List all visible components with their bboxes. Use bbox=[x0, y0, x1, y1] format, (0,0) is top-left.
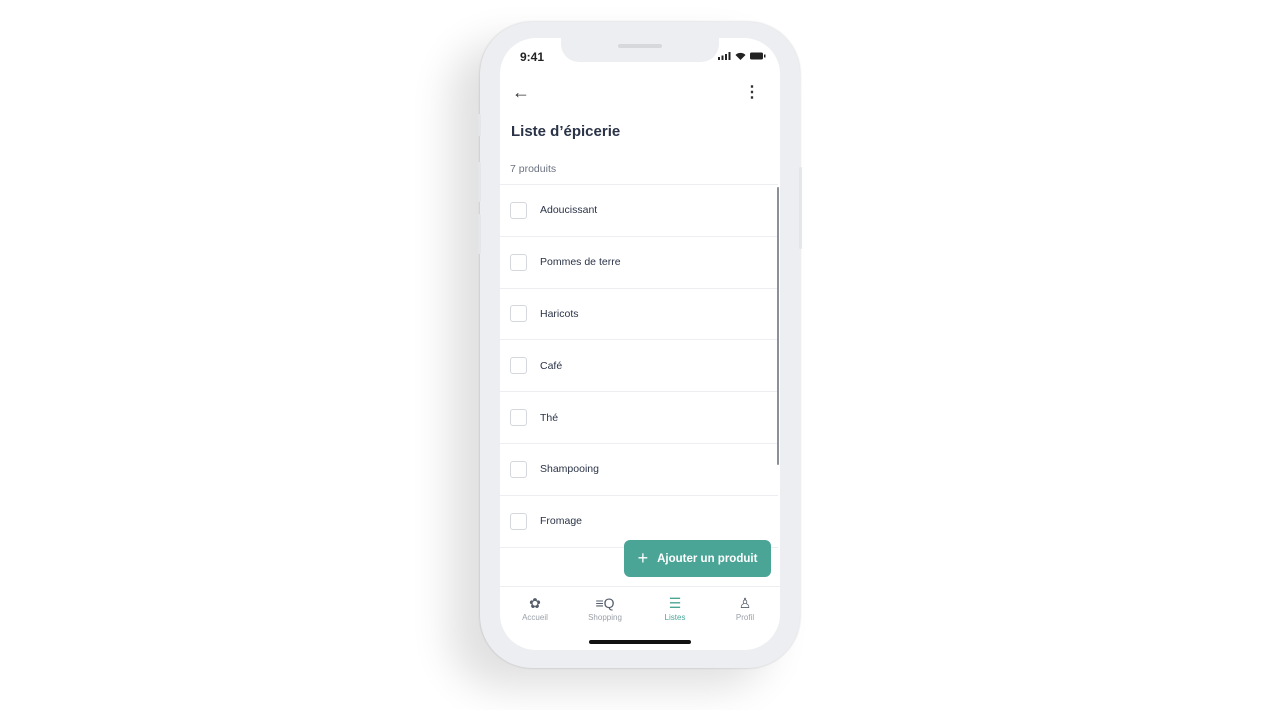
mute-switch bbox=[478, 114, 481, 136]
screen: 9:41 ← ⋮ Liste d’épicerie 7 produits Ado… bbox=[500, 38, 780, 650]
list-item[interactable]: Café bbox=[500, 340, 778, 393]
tab-label: Accueil bbox=[522, 613, 548, 622]
notch bbox=[561, 38, 719, 62]
item-label: Thé bbox=[540, 411, 559, 424]
status-icons bbox=[718, 52, 766, 60]
item-label: Haricots bbox=[540, 307, 579, 320]
user-icon: ♙ bbox=[738, 595, 752, 611]
list-item[interactable]: Haricots bbox=[500, 289, 778, 341]
power-button bbox=[799, 167, 802, 249]
phone-frame: 9:41 ← ⋮ Liste d’épicerie 7 produits Ado… bbox=[478, 22, 802, 668]
volume-down-button bbox=[478, 214, 481, 254]
list-item[interactable]: Adoucissant bbox=[500, 185, 778, 237]
item-label: Café bbox=[540, 359, 563, 372]
tab-label: Listes bbox=[664, 613, 686, 622]
back-arrow-icon[interactable]: ← bbox=[512, 82, 530, 103]
list-item[interactable]: Thé bbox=[500, 392, 778, 444]
item-label: Fromage bbox=[540, 515, 583, 528]
checkbox[interactable] bbox=[510, 201, 527, 219]
signal-icon bbox=[718, 52, 731, 60]
battery-icon bbox=[750, 52, 766, 60]
add-product-button[interactable]: + Ajouter un produit bbox=[624, 540, 771, 577]
item-label: Shampooing bbox=[540, 463, 599, 476]
add-product-label: Ajouter un produit bbox=[657, 552, 758, 565]
item-label: Adoucissant bbox=[540, 204, 598, 217]
wifi-icon bbox=[735, 52, 746, 60]
page-title: Liste d’épicerie bbox=[511, 123, 621, 140]
checkbox[interactable] bbox=[510, 253, 527, 271]
list-icon: ☰ bbox=[668, 595, 682, 611]
volume-up-button bbox=[478, 162, 481, 202]
product-list: Adoucissant Pommes de terre Haricots Caf… bbox=[500, 184, 778, 548]
status-time: 9:41 bbox=[520, 50, 545, 64]
plus-icon: + bbox=[637, 548, 649, 568]
checkbox[interactable] bbox=[510, 305, 527, 323]
checkbox[interactable] bbox=[510, 357, 527, 375]
checkbox[interactable] bbox=[510, 512, 527, 530]
search-list-icon: ≡Q bbox=[595, 595, 615, 611]
speaker bbox=[618, 44, 662, 48]
checkbox[interactable] bbox=[510, 460, 527, 478]
tab-profil[interactable]: ♙ Profil bbox=[710, 587, 780, 650]
item-count: 7 produits bbox=[510, 163, 557, 175]
tab-label: Shopping bbox=[588, 613, 622, 622]
tab-accueil[interactable]: ✿ Accueil bbox=[500, 587, 570, 650]
scrollbar[interactable] bbox=[777, 187, 779, 465]
home-blob-icon: ✿ bbox=[529, 595, 541, 611]
item-label: Pommes de terre bbox=[540, 256, 621, 269]
list-item[interactable]: Shampooing bbox=[500, 444, 778, 496]
more-vertical-icon[interactable]: ⋮ bbox=[744, 82, 760, 102]
home-indicator bbox=[589, 640, 691, 644]
checkbox[interactable] bbox=[510, 409, 527, 427]
tab-label: Profil bbox=[735, 613, 755, 622]
list-item[interactable]: Pommes de terre bbox=[500, 237, 778, 289]
